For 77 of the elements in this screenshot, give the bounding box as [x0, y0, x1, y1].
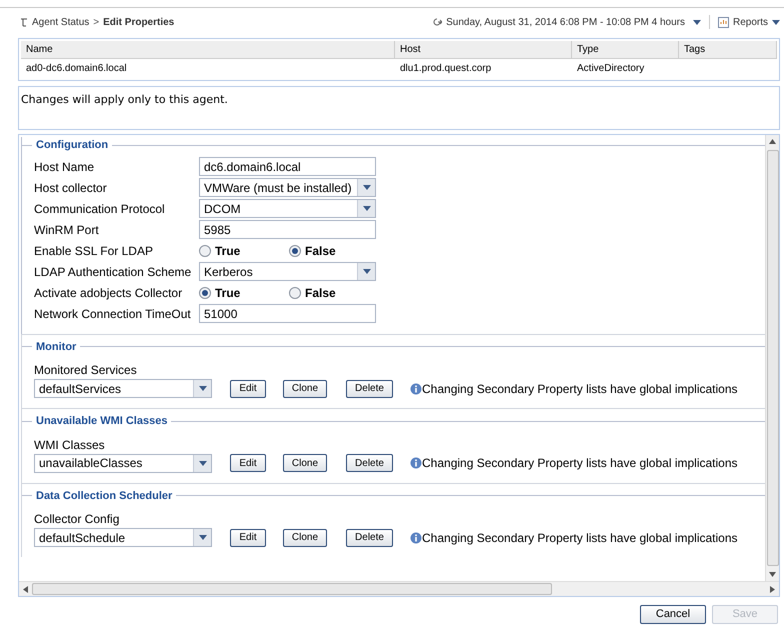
action-button[interactable]: Delete: [346, 528, 393, 546]
action-button[interactable]: Edit: [230, 528, 266, 546]
table-cell-text: ActiveDirectory: [576, 62, 646, 76]
action-button[interactable]: Edit: [230, 454, 266, 472]
dropdown-field[interactable]: unavailableClasses: [34, 454, 212, 472]
dropdown-field[interactable]: defaultServices: [34, 379, 212, 398]
radio-label: False: [305, 242, 336, 260]
action-button[interactable]: Cancel: [640, 605, 706, 624]
dropdown-field[interactable]: Kerberos: [199, 262, 376, 281]
field-label: Enable SSL For LDAP: [34, 242, 154, 260]
action-button[interactable]: Edit: [230, 380, 266, 398]
breadcrumb-link[interactable]: Agent Status: [32, 14, 90, 30]
scroll-down-icon[interactable]: [769, 572, 776, 577]
section-title: Monitor: [35, 340, 78, 354]
scroll-right-icon[interactable]: [770, 586, 775, 592]
dropdown-field[interactable]: VMWare (must be installed): [199, 178, 376, 197]
radio-button[interactable]: [199, 286, 211, 298]
reports-menu[interactable]: Reports: [732, 14, 780, 30]
caret-icon: [198, 535, 206, 540]
caret-icon: [198, 386, 206, 391]
column-header[interactable]: Host: [395, 41, 572, 58]
time-range-dropdown[interactable]: Sunday, August 31, 2014 6:08 PM - 10:08 PM 4 hours: [446, 14, 701, 30]
column-header[interactable]: Name: [21, 41, 395, 58]
column-header[interactable]: Type: [572, 41, 679, 58]
scroll-up-icon[interactable]: [769, 139, 776, 144]
section-title: Data Collection Scheduler: [35, 488, 174, 504]
field-label: WMI Classes: [34, 436, 106, 454]
field-label: Host Name: [34, 158, 96, 176]
radio-label: False: [305, 284, 336, 302]
horizontal-scrollbar[interactable]: [19, 581, 779, 596]
radio-button[interactable]: [289, 286, 301, 298]
table-cell-text: ad0-dc6.domain6.local: [25, 62, 128, 76]
text-field[interactable]: 5985: [199, 220, 376, 239]
field-label: LDAP Authentication Scheme: [34, 264, 192, 280]
page-title: Edit Properties: [103, 16, 174, 30]
info-icon: [410, 382, 422, 394]
action-button[interactable]: Clone: [283, 454, 327, 472]
section-title: Unavailable WMI Classes: [35, 414, 168, 429]
caret-icon: [692, 20, 701, 24]
vertical-scrollbar[interactable]: [765, 135, 779, 581]
section-title: Configuration: [35, 138, 110, 153]
text-field[interactable]: 51000: [199, 304, 376, 323]
field-label: Host collector: [34, 180, 108, 196]
action-button[interactable]: Clone: [283, 528, 327, 546]
text-field[interactable]: dc6.domain6.local: [199, 157, 376, 176]
field-label: WinRM Port: [34, 222, 100, 238]
caret-icon: [362, 269, 370, 274]
action-button[interactable]: Clone: [283, 380, 327, 398]
radio-label: True: [215, 242, 240, 260]
radio-button[interactable]: [289, 244, 301, 256]
info-message: Changes will apply only to this agent.: [21, 93, 228, 106]
field-label: Communication Protocol: [34, 200, 166, 218]
action-button[interactable]: Delete: [346, 380, 393, 398]
action-button[interactable]: Delete: [346, 454, 393, 472]
scroll-left-icon[interactable]: [23, 586, 28, 592]
caret-icon: [362, 206, 370, 211]
field-label: Monitored Services: [34, 362, 138, 379]
field-label: Activate adobjects Collector: [34, 284, 184, 302]
report-icon: [718, 16, 729, 28]
warning-note: Changing Secondary Property lists have global implications: [422, 380, 738, 398]
dropdown-field[interactable]: DCOM: [199, 199, 376, 218]
time-icon: [433, 18, 442, 26]
info-icon: [410, 457, 422, 469]
breadcrumb-separator: >: [93, 16, 100, 30]
column-header[interactable]: Tags: [679, 41, 777, 58]
caret-icon: [198, 460, 206, 466]
caret-icon: [772, 20, 780, 24]
info-icon: [410, 532, 422, 544]
radio-label: True: [215, 284, 240, 302]
dropdown-field[interactable]: defaultSchedule: [34, 528, 212, 547]
warning-note: Changing Secondary Property lists have global implications: [422, 530, 738, 546]
table-cell-text: dlu1.prod.quest.corp: [399, 62, 492, 76]
field-label: Collector Config: [34, 511, 120, 528]
radio-button[interactable]: [199, 244, 211, 256]
caret-icon: [362, 185, 370, 190]
field-label: Network Connection TimeOut: [34, 306, 192, 322]
warning-note: Changing Secondary Property lists have global implications: [422, 455, 738, 472]
